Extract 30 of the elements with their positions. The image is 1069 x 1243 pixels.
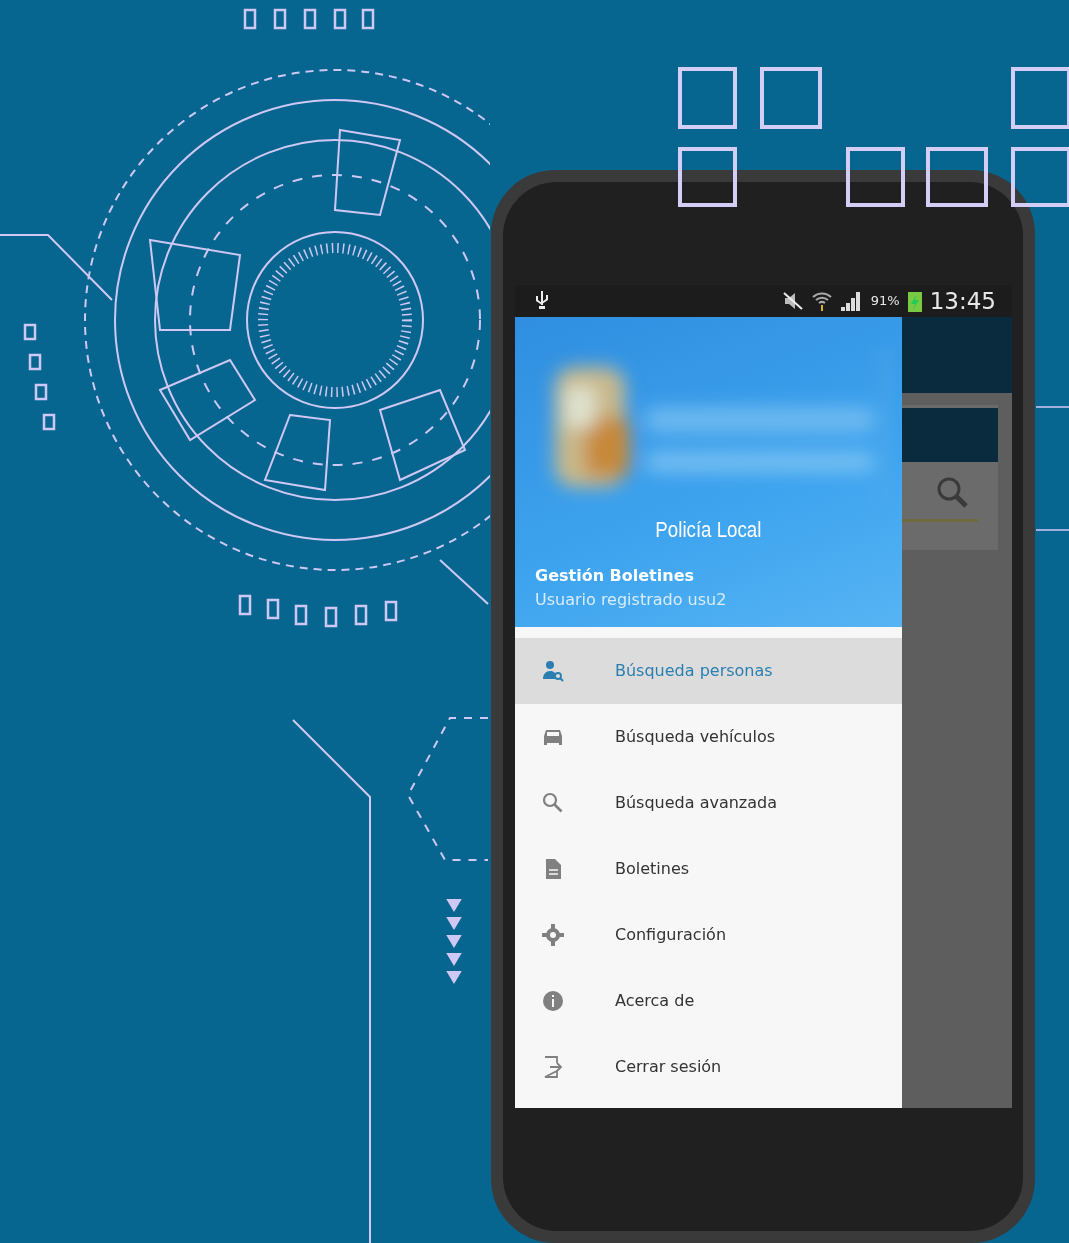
battery-icon [907, 290, 922, 312]
clock-time: 13:45 [929, 286, 996, 316]
square-outline [1011, 67, 1069, 129]
menu-item[interactable]: Búsqueda vehículos [515, 704, 902, 770]
usb-icon [535, 291, 549, 311]
circuit-line [1035, 529, 1069, 531]
menu-item[interactable]: Acerca de [515, 968, 902, 1034]
app-name: Gestión Boletines [535, 565, 694, 587]
menu-item[interactable]: Búsqueda avanzada [515, 770, 902, 836]
square-outline [846, 147, 905, 207]
square-outline [760, 67, 822, 129]
user-label: Usuario registrado usu2 [535, 589, 727, 611]
search-icon [541, 791, 565, 815]
person-search-icon [541, 659, 565, 683]
square-outline [678, 147, 737, 207]
mute-icon [782, 292, 803, 310]
circuit-line [1035, 406, 1069, 408]
info-icon [541, 989, 565, 1013]
gear-icon [541, 923, 565, 947]
square-outline [678, 67, 737, 129]
battery-percentage: 91% [870, 292, 900, 311]
signal-icon [840, 291, 863, 311]
wifi-icon [810, 291, 833, 311]
circuit-line [439, 559, 489, 605]
menu-item[interactable]: Configuración [515, 902, 902, 968]
square-outline [926, 147, 988, 207]
menu-item[interactable]: Cerrar sesión [515, 1034, 902, 1100]
drawer-title: Policía Local [655, 516, 762, 544]
square-outline [1011, 147, 1069, 207]
menu-item[interactable]: Boletines [515, 836, 902, 902]
